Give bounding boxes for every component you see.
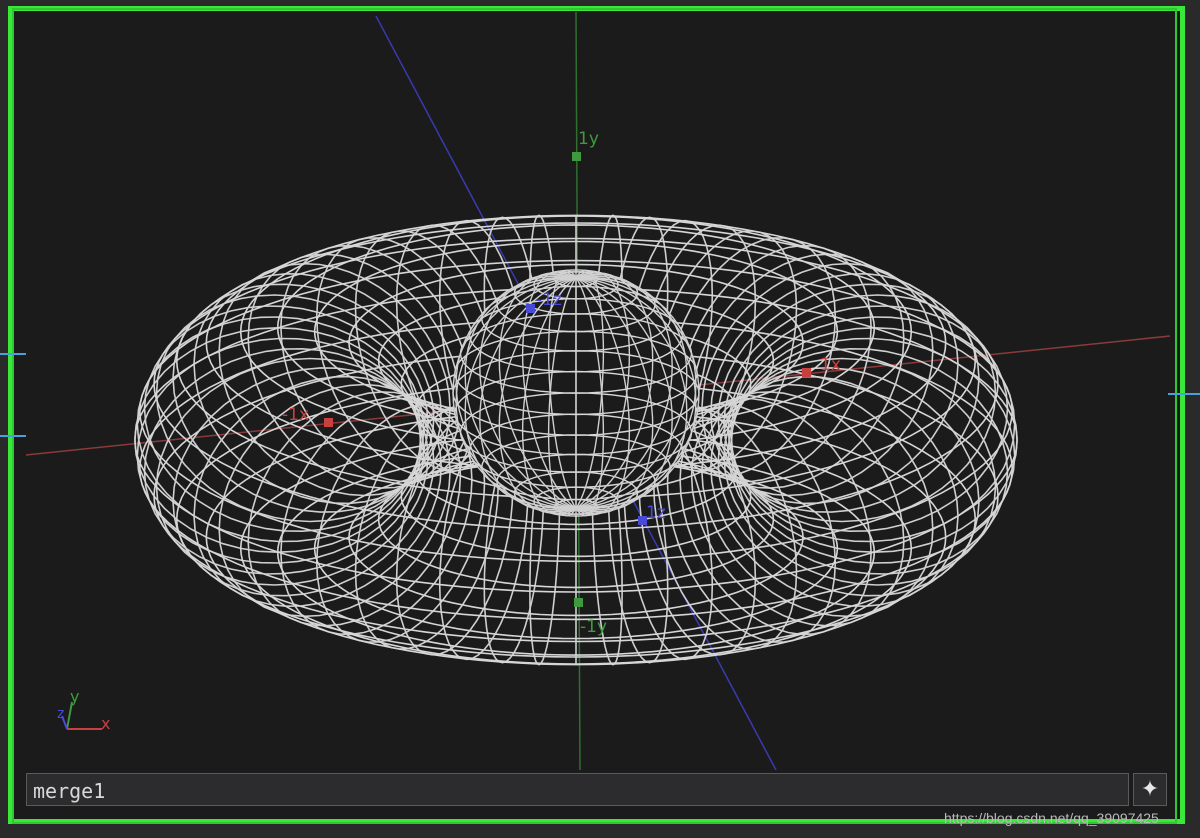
y-pos-marker — [572, 152, 581, 161]
add-button[interactable]: ✦ — [1133, 773, 1167, 806]
orientation-gizmo: x y z — [57, 687, 110, 733]
left-edge-tick — [0, 353, 26, 355]
gizmo-z-label: z — [57, 706, 64, 722]
x-neg-marker — [324, 418, 333, 427]
x-neg-label: -1x — [282, 405, 309, 425]
left-edge-tick — [0, 435, 26, 437]
x-pos-marker — [802, 368, 811, 377]
gizmo-x-label: x — [101, 714, 110, 733]
x-pos-label: 1x — [820, 355, 841, 375]
z-neg-label: -1z — [536, 290, 562, 310]
z-pos-label: 1z — [646, 503, 666, 523]
y-neg-marker — [574, 598, 583, 607]
sphere-wireframe — [452, 269, 700, 517]
watermark-text: https://blog.csdn.net/qq_39097425 — [944, 810, 1159, 826]
node-name-bar[interactable]: merge1 — [26, 773, 1129, 806]
y-pos-label: 1y — [578, 129, 599, 149]
node-name-text: merge1 — [33, 779, 106, 803]
3d-viewport[interactable]: 1y -1y 1x -1x -1z 1z x y z — [0, 0, 1200, 838]
y-neg-label: -1y — [580, 617, 607, 637]
gizmo-y-label: y — [70, 687, 79, 706]
z-neg-marker — [526, 304, 535, 313]
sparkle-plus-icon: ✦ — [1140, 777, 1160, 802]
right-edge-tick — [1168, 393, 1200, 395]
